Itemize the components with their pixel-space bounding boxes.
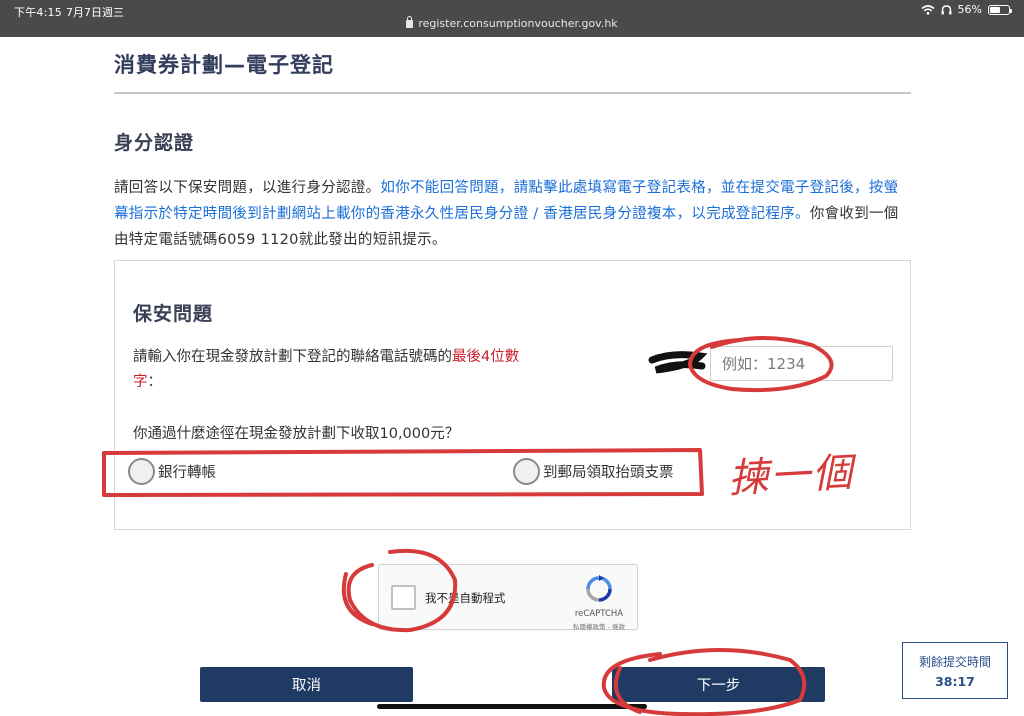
recaptcha-logo: reCAPTCHA 私隱權政策 - 條款 [571, 575, 627, 631]
recaptcha-icon [586, 575, 612, 602]
phone-question-text: 請輸入你在現金發放計劃下登記的聯絡電話號碼的 [133, 349, 452, 365]
battery-icon [988, 4, 1012, 15]
lock-icon [406, 16, 414, 28]
recaptcha-label: 我不是自動程式 [425, 591, 506, 605]
status-indicators: 56% [921, 3, 1012, 16]
phone-digits-question: 請輸入你在現金發放計劃下登記的聯絡電話號碼的最後4位數字： [133, 345, 523, 395]
headphones-icon [941, 4, 952, 14]
recaptcha-widget: 我不是自動程式 reCAPTCHA 私隱權政策 - 條款 [378, 564, 638, 631]
timer-value: 38:17 [935, 674, 975, 689]
address-bar[interactable]: register.consumptionvoucher.gov.hk [0, 16, 1024, 30]
radio-bank-transfer[interactable]: 銀行轉帳 [128, 458, 216, 485]
next-button[interactable]: 下一步 [612, 667, 825, 702]
intro-instruction: 請回答以下保安問題，以進行身分認證。 [114, 180, 381, 196]
timer-label: 剩餘提交時間 [918, 655, 991, 669]
battery-percent: 56% [957, 3, 982, 16]
radio-post-office-cheque-label: 到郵局領取抬頭支票 [543, 465, 674, 481]
recaptcha-terms-link[interactable]: 私隱權政策 - 條款 [571, 621, 627, 631]
phone-question-colon: ： [147, 374, 163, 390]
radio-circle-icon[interactable] [128, 458, 155, 485]
radio-circle-icon[interactable] [513, 458, 540, 485]
security-question-title: 保安問題 [133, 303, 214, 325]
section-title: 身分認證 [114, 132, 195, 154]
wifi-icon [921, 4, 935, 15]
radio-bank-transfer-label: 銀行轉帳 [158, 465, 216, 481]
phone-last-digits-input[interactable] [710, 346, 893, 381]
payment-method-question: 你通過什麼途徑在現金發放計劃下收取10,000元？ [133, 426, 460, 442]
radio-post-office-cheque[interactable]: 到郵局領取抬頭支票 [513, 458, 674, 485]
home-indicator[interactable] [377, 704, 647, 709]
submission-timer: 剩餘提交時間 38:17 [902, 642, 1008, 699]
battery-fill [990, 6, 1001, 13]
url-text: register.consumptionvoucher.gov.hk [418, 17, 618, 30]
cancel-button[interactable]: 取消 [200, 667, 413, 702]
title-divider [114, 92, 911, 94]
recaptcha-checkbox[interactable] [391, 585, 416, 610]
security-question-card: 保安問題 請輸入你在現金發放計劃下登記的聯絡電話號碼的最後4位數字： 你通過什麼… [114, 260, 911, 530]
intro-text: 請回答以下保安問題，以進行身分認證。如你不能回答問題，請點擊此處填寫電子登記表格… [114, 175, 911, 253]
status-bar: 下午4:15 7月7日週三 register.consumptionvouche… [0, 0, 1024, 37]
page-title: 消費券計劃—電子登記 [114, 53, 334, 77]
recaptcha-brand: reCAPTCHA [574, 609, 624, 619]
